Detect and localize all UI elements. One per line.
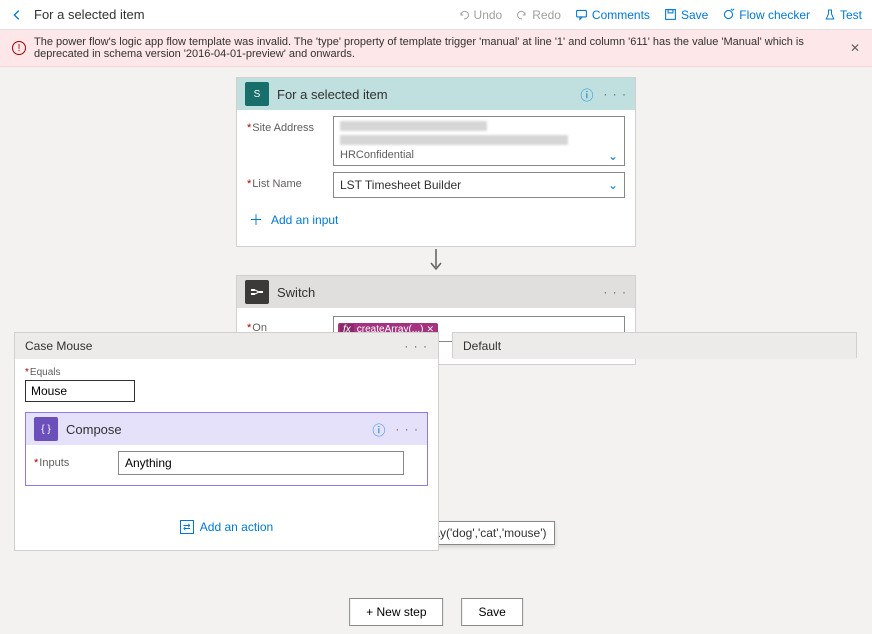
- arrow-left-icon: [10, 8, 24, 22]
- default-title: Default: [463, 339, 501, 353]
- error-message: The power flow's logic app flow template…: [34, 36, 842, 60]
- top-toolbar: For a selected item Undo Redo Comments S…: [0, 0, 872, 30]
- default-header[interactable]: Default: [453, 333, 856, 359]
- case-title: Case Mouse: [25, 339, 92, 353]
- designer-canvas: S For a selected item ⓘ · · · Site Addre…: [0, 67, 872, 634]
- comments-button[interactable]: Comments: [575, 8, 650, 22]
- switch-menu[interactable]: · · ·: [603, 285, 627, 299]
- add-action-button[interactable]: ⇄ Add an action: [25, 486, 428, 534]
- undo-button[interactable]: Undo: [458, 8, 503, 22]
- error-icon: !: [12, 41, 26, 55]
- new-step-button[interactable]: + New step: [349, 598, 443, 626]
- undo-icon: [458, 9, 470, 21]
- site-sublabel: HRConfidential: [340, 149, 608, 161]
- trigger-header[interactable]: S For a selected item ⓘ · · ·: [237, 78, 635, 110]
- chevron-down-icon: ⌄: [608, 149, 618, 163]
- flask-icon: [824, 8, 836, 21]
- switch-title: Switch: [277, 285, 315, 300]
- test-button[interactable]: Test: [824, 8, 862, 22]
- trigger-title: For a selected item: [277, 87, 388, 102]
- list-name-field[interactable]: LST Timesheet Builder ⌄: [333, 172, 625, 198]
- equals-label: Equals: [25, 367, 428, 378]
- compose-menu[interactable]: · · ·: [395, 422, 419, 436]
- save-button[interactable]: Save: [664, 8, 708, 22]
- case-menu[interactable]: · · ·: [404, 339, 428, 353]
- switch-header[interactable]: Switch · · ·: [237, 276, 635, 308]
- compose-card: { } Compose ⓘ · · · Inputs: [25, 412, 428, 486]
- add-action-icon: ⇄: [180, 520, 194, 534]
- compose-icon: { }: [34, 417, 58, 441]
- case-card: Case Mouse · · · Equals { } Compose ⓘ · …: [14, 332, 439, 551]
- inputs-label: Inputs: [34, 457, 114, 469]
- trigger-menu[interactable]: · · ·: [603, 87, 627, 101]
- inputs-field[interactable]: [118, 451, 404, 475]
- site-address-field[interactable]: HRConfidential ⌄: [333, 116, 625, 166]
- redo-button[interactable]: Redo: [516, 8, 561, 22]
- error-close-button[interactable]: ✕: [850, 41, 860, 55]
- switch-icon: [245, 280, 269, 304]
- site-address-label: Site Address: [247, 116, 333, 134]
- comment-icon: [575, 8, 588, 21]
- footer-save-button[interactable]: Save: [462, 598, 523, 626]
- trigger-card: S For a selected item ⓘ · · · Site Addre…: [236, 77, 636, 247]
- case-header[interactable]: Case Mouse · · ·: [15, 333, 438, 359]
- equals-input[interactable]: [25, 380, 135, 402]
- checker-icon: [722, 8, 735, 21]
- footer-actions: + New step Save: [349, 598, 523, 626]
- list-name-label: List Name: [247, 172, 333, 190]
- error-banner: ! The power flow's logic app flow templa…: [0, 30, 872, 67]
- plus-icon: ＋: [249, 210, 263, 230]
- info-icon[interactable]: ⓘ: [580, 85, 593, 104]
- info-icon[interactable]: ⓘ: [372, 420, 385, 439]
- default-card: Default: [452, 332, 857, 358]
- sharepoint-icon: S: [245, 82, 269, 106]
- list-name-value: LST Timesheet Builder: [340, 178, 461, 192]
- back-button[interactable]: [10, 8, 24, 22]
- flow-checker-button[interactable]: Flow checker: [722, 8, 810, 22]
- save-icon: [664, 8, 677, 21]
- arrow-down-icon: [427, 249, 445, 273]
- redo-icon: [516, 9, 528, 21]
- connector-arrow[interactable]: [236, 247, 636, 275]
- compose-header[interactable]: { } Compose ⓘ · · ·: [26, 413, 427, 445]
- flow-title: For a selected item: [34, 7, 145, 22]
- add-input-button[interactable]: ＋ Add an input: [247, 204, 625, 236]
- compose-title: Compose: [66, 422, 122, 437]
- chevron-down-icon: ⌄: [608, 178, 618, 192]
